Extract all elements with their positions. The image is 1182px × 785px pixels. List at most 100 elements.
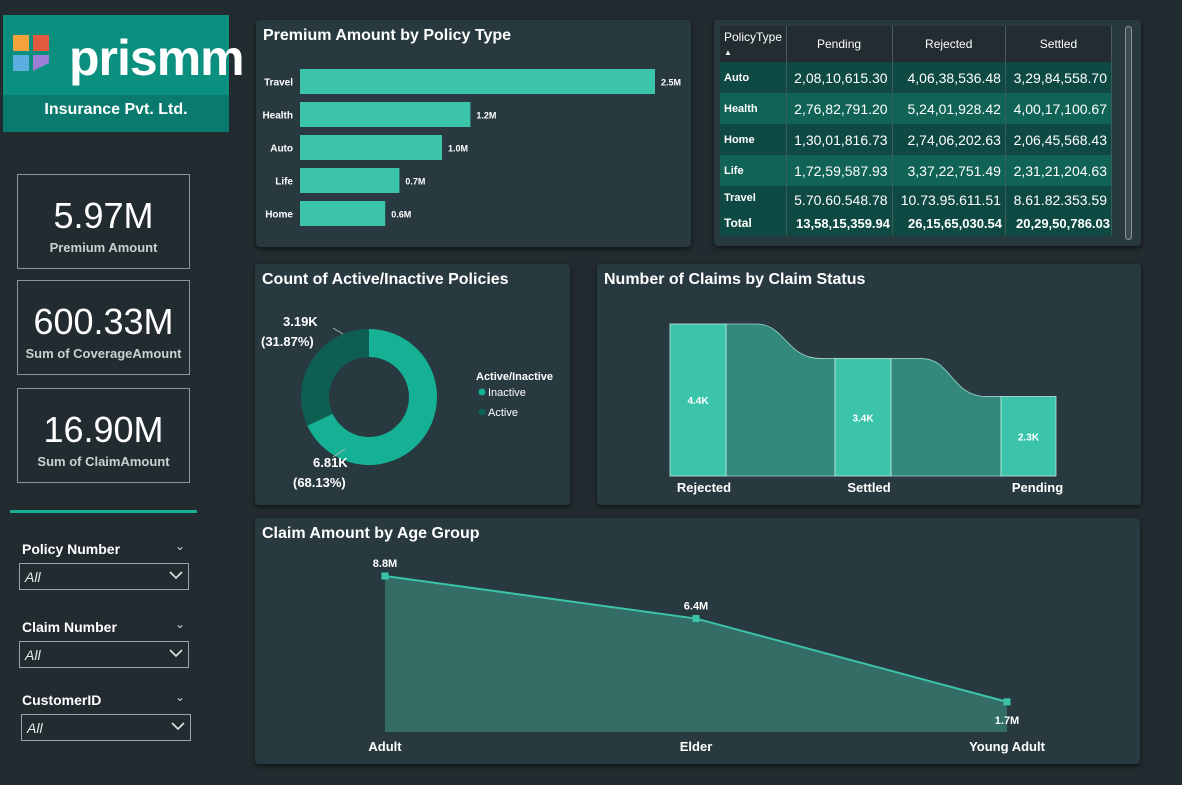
logo-banner: prismm [3, 15, 245, 95]
bar-data-label: 3.4K [852, 413, 874, 424]
policy-number-dropdown[interactable]: All [19, 563, 189, 590]
chevron-down-icon[interactable]: ⌄ [175, 690, 185, 704]
slicer-label-policy-number: Policy Number [22, 541, 121, 557]
column-header-settled[interactable]: Settled [1005, 26, 1113, 62]
chevron-down-icon [169, 649, 183, 658]
kpi-value: 600.33M [33, 301, 174, 342]
point-data-label: 8.8M [373, 558, 397, 570]
table-cell: 1,72,59,587.93 [786, 155, 893, 186]
bar-category-label: Health [262, 111, 293, 122]
donut-label-inactive-value: 6.81K [313, 455, 348, 470]
table-row: Auto 2,08,10,615.30 4,06,38,536.48 3,29,… [720, 62, 1113, 93]
column-header-pending[interactable]: Pending [786, 26, 893, 62]
slicer-label-customer-id: CustomerID [22, 692, 102, 708]
x-axis-label: Pending [1012, 480, 1063, 495]
chevron-down-icon [169, 571, 183, 580]
dropdown-value: All [25, 647, 41, 663]
legend-title: Active/Inactive [476, 371, 553, 383]
bar-health [300, 102, 471, 127]
dropdown-value: All [25, 569, 41, 585]
table-cell: 5,24,01,928.42 [892, 93, 1006, 124]
kpi-value: 16.90M [43, 409, 164, 450]
table-cell: 2,76,82,791.20 [786, 93, 893, 124]
table-scrollbar[interactable] [1125, 26, 1132, 240]
bar-data-label: 1.2M [476, 111, 496, 121]
donut-chart: 3.19K (31.87%) 6.81K (68.13%) Active/Inactiv… [261, 314, 553, 490]
bar-home [300, 201, 386, 226]
bar-category-label: Travel [264, 78, 293, 89]
kpi-value: 5.97M [53, 195, 154, 236]
claim-number-dropdown[interactable]: All [19, 641, 189, 668]
ribbon-connector [725, 323, 836, 477]
table-row: Home 1,30,01,816.73 2,74,06,202.63 2,06,… [720, 124, 1113, 155]
table-cell: Auto [720, 62, 787, 93]
table-cell: Health [720, 93, 787, 124]
table-cell: 3,37,22,751.49 [892, 155, 1006, 186]
claims-ribbon-chart: 4.4K Rejected 3.4K Settled 2.3K Pending [669, 323, 1063, 495]
table-cell: 3,29,84,558.70 [1005, 62, 1113, 93]
premium-by-policy-type-panel: Premium Amount by Policy Type Travel 2.5M… [256, 20, 691, 247]
table-cell: 2,06,45,568.43 [1005, 124, 1113, 155]
column-header-policytype[interactable]: PolicyType ▲ [720, 26, 787, 62]
claim-amount-by-age-panel: Claim Amount by Age Group 8.8M Adult 6.4M E… [255, 518, 1140, 764]
donut-label-active-pct: (31.87%) [261, 334, 314, 349]
kpi-claim-amount: 16.90M Sum of ClaimAmount [17, 388, 190, 483]
data-point-marker [692, 615, 700, 623]
x-axis-label: Elder [680, 739, 713, 754]
policy-status-table: PolicyType ▲ Pending Rejected Settled Aut… [720, 26, 1113, 236]
company-subtitle: Insurance Pvt. Ltd. [44, 101, 188, 118]
chevron-down-icon[interactable]: ⌄ [175, 539, 185, 553]
table-cell: 2,31,21,204.63 [1005, 155, 1113, 186]
bar-category-label: Auto [270, 144, 293, 155]
table-header-row: PolicyType ▲ Pending Rejected Settled [720, 26, 1113, 62]
table-total-rejected: 26,15,65,030.54 [908, 216, 1002, 231]
x-axis-label: Young Adult [969, 739, 1045, 754]
table-cell: 2,08,10,615.30 [786, 62, 893, 93]
bar-life [300, 168, 400, 193]
x-axis-label: Adult [368, 739, 402, 754]
legend-marker [478, 388, 486, 396]
area-fill [385, 576, 1007, 732]
chevron-down-icon[interactable]: ⌄ [175, 617, 185, 631]
table-cell: 4,00,17,100.67 [1005, 93, 1113, 124]
sort-ascending-icon: ▲ [724, 48, 732, 57]
table-row: Health 2,76,82,791.20 5,24,01,928.42 4,0… [720, 93, 1113, 124]
column-header-rejected[interactable]: Rejected [892, 26, 1006, 62]
bar-data-label: 1.0M [448, 144, 468, 154]
kpi-label: Premium Amount [49, 240, 158, 255]
policy-status-table-panel: PolicyType ▲ Pending Rejected Settled Aut… [714, 20, 1141, 246]
bar-category-label: Home [265, 210, 293, 221]
kpi-label: Sum of ClaimAmount [37, 454, 170, 469]
bar-data-label: 4.4K [687, 396, 709, 407]
claim-amount-area-chart: 8.8M Adult 6.4M Elder 1.7M Young Adult [368, 558, 1045, 754]
point-data-label: 1.7M [995, 715, 1019, 727]
table-cell: Home [720, 124, 787, 155]
table-cell: Life [720, 155, 787, 186]
table-total-label: Total [724, 216, 752, 230]
x-axis-label: Settled [847, 480, 890, 495]
leader-line [332, 327, 344, 335]
active-inactive-policies-panel: Count of Active/Inactive Policies 3.19K(… [255, 264, 570, 505]
table-cell: 2,74,06,202.63 [892, 124, 1006, 155]
data-point-marker [1003, 698, 1011, 706]
ribbon-connector [890, 358, 1002, 477]
kpi-coverage-amount: 600.33M Sum of CoverageAmount [17, 280, 190, 375]
table-cell: 1,30,01,816.73 [786, 124, 893, 155]
logo-word: prismm [69, 30, 245, 86]
bar-category-label: Life [275, 177, 293, 188]
bar-data-label: 2.5M [661, 78, 681, 88]
sidebar-divider [10, 510, 197, 513]
kpi-label: Sum of CoverageAmount [25, 346, 182, 361]
customer-id-dropdown[interactable]: All [21, 714, 191, 741]
legend-marker [478, 408, 486, 416]
bar-auto [300, 135, 442, 160]
brand-logo: prismm Insurance Pvt. Ltd. [3, 15, 245, 132]
bar-travel [300, 69, 655, 94]
legend-item-active: Active [488, 407, 518, 419]
donut-label-inactive-pct: (68.13%) [293, 475, 346, 490]
table-total-settled: 20,29,50,786.03 [1016, 216, 1110, 231]
x-axis-label: Rejected [677, 480, 731, 495]
bar-data-label: 0.6M [391, 210, 411, 220]
kpi-premium-amount: 5.97M Premium Amount [17, 174, 190, 269]
legend-item-inactive: Inactive [488, 387, 526, 399]
